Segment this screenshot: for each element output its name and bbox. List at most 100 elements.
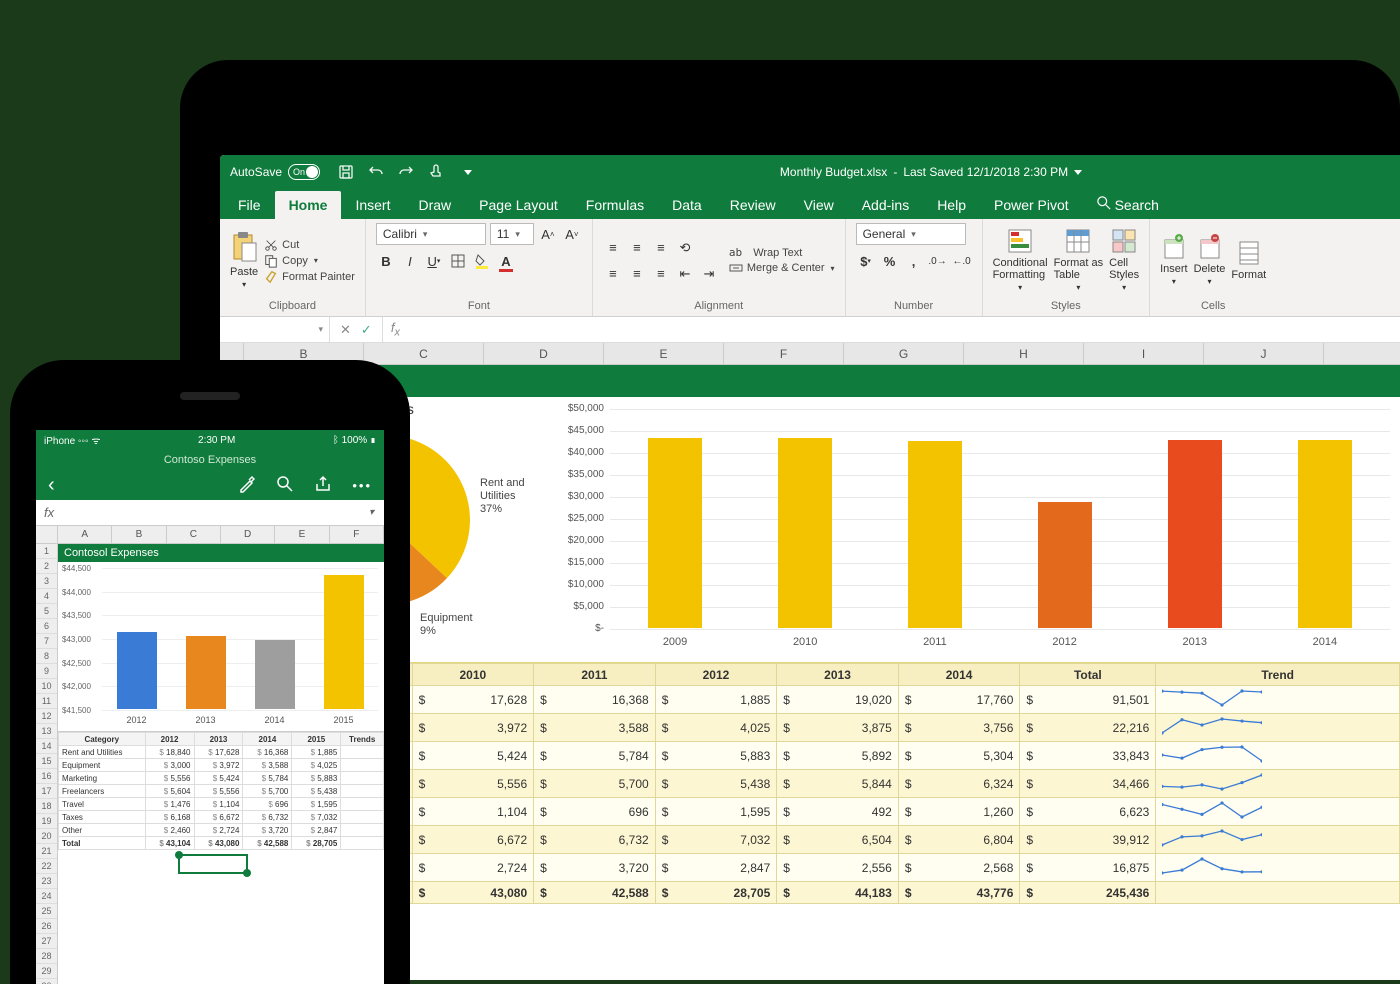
insert-cells-button[interactable]: Insert▾ [1160, 234, 1188, 288]
delete-cells-button[interactable]: Delete▾ [1194, 234, 1226, 288]
col-J[interactable]: J [1204, 343, 1324, 364]
copy-button[interactable]: Copy▾ [264, 254, 355, 268]
tab-help[interactable]: Help [923, 191, 980, 219]
indent-decrease-icon[interactable]: ⇤ [675, 264, 695, 284]
format-as-table-button[interactable]: Format asTable▾ [1054, 228, 1104, 294]
align-right-icon[interactable]: ≡ [651, 264, 671, 284]
percent-button[interactable]: % [880, 251, 900, 271]
x-tick-label: 2011 [923, 636, 947, 648]
tab-insert[interactable]: Insert [341, 191, 404, 219]
phone-toolbar: ‹ ••• [36, 470, 384, 500]
decrease-decimal-icon[interactable]: ←.0 [952, 251, 972, 271]
tab-formulas[interactable]: Formulas [572, 191, 658, 219]
share-icon[interactable] [314, 475, 332, 496]
col-H[interactable]: H [964, 343, 1084, 364]
more-icon[interactable]: ••• [352, 478, 372, 493]
pie-label: Equipment9% [420, 612, 473, 638]
underline-button[interactable]: U▾ [424, 251, 444, 271]
cancel-formula-icon[interactable]: ✕ [340, 322, 351, 338]
bold-button[interactable]: B [376, 251, 396, 271]
format-cells-button[interactable]: Format [1231, 240, 1266, 281]
col-E[interactable]: E [604, 343, 724, 364]
draw-icon[interactable] [238, 475, 256, 496]
conditional-formatting-button[interactable]: ConditionalFormatting▾ [993, 228, 1048, 294]
cell-styles-button[interactable]: CellStyles▾ [1109, 228, 1139, 294]
align-center-icon[interactable]: ≡ [627, 264, 647, 284]
redo-icon[interactable] [398, 164, 414, 180]
y-tick-label: $20,000 [546, 535, 604, 546]
col-I[interactable]: I [1084, 343, 1204, 364]
align-middle-icon[interactable]: ≡ [627, 238, 647, 258]
bar[interactable] [648, 438, 702, 628]
name-box[interactable]: ▾ [220, 317, 330, 342]
tab-review[interactable]: Review [716, 191, 790, 219]
bar[interactable] [778, 438, 832, 628]
tab-page-layout[interactable]: Page Layout [465, 191, 572, 219]
search-box[interactable]: Search [1083, 190, 1173, 219]
fill-color-button[interactable] [472, 251, 492, 271]
bar[interactable] [1298, 440, 1352, 628]
title-dropdown-icon[interactable] [1074, 170, 1082, 175]
col-G[interactable]: G [844, 343, 964, 364]
bar[interactable] [908, 441, 962, 628]
orientation-icon[interactable]: ⟲ [675, 238, 695, 258]
col-F[interactable]: F [724, 343, 844, 364]
phone-column-headers[interactable]: ABCDEF [36, 526, 384, 544]
increase-font-icon[interactable]: A˄ [538, 224, 558, 244]
increase-decimal-icon[interactable]: .0→ [928, 251, 948, 271]
tab-add-ins[interactable]: Add-ins [848, 191, 923, 219]
save-icon[interactable] [338, 164, 354, 180]
currency-button[interactable]: $▾ [856, 251, 876, 271]
brush-icon [264, 270, 278, 284]
bar-chart[interactable]: $-$5,000$10,000$15,000$20,000$25,000$30,… [540, 397, 1400, 662]
tab-home[interactable]: Home [275, 191, 342, 219]
accept-formula-icon[interactable]: ✓ [361, 322, 372, 338]
paste-icon [230, 231, 258, 263]
phone-expense-table[interactable]: Category2012201320142015Trends Rent and … [58, 732, 384, 850]
tab-file[interactable]: File [224, 191, 275, 219]
tab-data[interactable]: Data [658, 191, 716, 219]
conditional-formatting-icon [1007, 228, 1033, 254]
italic-button[interactable]: I [400, 251, 420, 271]
ribbon-tabs: FileHomeInsertDrawPage LayoutFormulasDat… [220, 189, 1400, 219]
font-color-button[interactable]: A [496, 251, 516, 271]
autosave-toggle[interactable]: AutoSave On [230, 164, 320, 180]
touch-icon[interactable] [428, 164, 444, 180]
qat-more-icon[interactable] [464, 170, 472, 175]
border-button[interactable] [448, 251, 468, 271]
tab-power-pivot[interactable]: Power Pivot [980, 191, 1083, 219]
y-tick-label: $10,000 [546, 579, 604, 590]
phone-bar-chart[interactable]: $41,500$42,000$42,500$43,000$43,500$44,0… [58, 562, 384, 732]
phone-formula-bar[interactable]: fx▾ [36, 500, 384, 526]
align-left-icon[interactable]: ≡ [603, 264, 623, 284]
phone-row-headers[interactable]: 1234567891011121314151617181920212223242… [36, 544, 58, 984]
search-icon[interactable] [276, 475, 294, 496]
indent-increase-icon[interactable]: ⇥ [699, 264, 719, 284]
comma-button[interactable]: , [904, 251, 924, 271]
autosave-label: AutoSave [230, 165, 282, 179]
bar[interactable] [1168, 440, 1222, 628]
search-icon [1097, 196, 1111, 210]
bar[interactable] [1038, 502, 1092, 628]
wrap-text-button[interactable]: ab Wrap Text [729, 246, 835, 259]
align-bottom-icon[interactable]: ≡ [651, 238, 671, 258]
merge-center-button[interactable]: Merge & Center▾ [729, 261, 835, 275]
font-name-select[interactable]: Calibri▾ [376, 223, 486, 245]
number-format-select[interactable]: General▾ [856, 223, 966, 245]
col-D[interactable]: D [484, 343, 604, 364]
undo-icon[interactable] [368, 164, 384, 180]
y-tick-label: $50,000 [546, 403, 604, 414]
format-painter-button[interactable]: Format Painter [264, 270, 355, 284]
formula-bar: ▾ ✕ ✓ fx [220, 317, 1400, 343]
font-size-select[interactable]: 11▾ [490, 223, 534, 245]
tab-view[interactable]: View [790, 191, 848, 219]
formula-input[interactable] [408, 317, 1400, 342]
paste-button[interactable]: Paste▾ [230, 231, 258, 291]
cut-button[interactable]: Cut [264, 238, 355, 252]
decrease-font-icon[interactable]: A˅ [562, 224, 582, 244]
align-top-icon[interactable]: ≡ [603, 238, 623, 258]
phone-cell-selection[interactable] [178, 854, 248, 874]
tab-draw[interactable]: Draw [404, 191, 465, 219]
back-icon[interactable]: ‹ [48, 474, 55, 497]
toggle-switch[interactable]: On [288, 164, 320, 180]
